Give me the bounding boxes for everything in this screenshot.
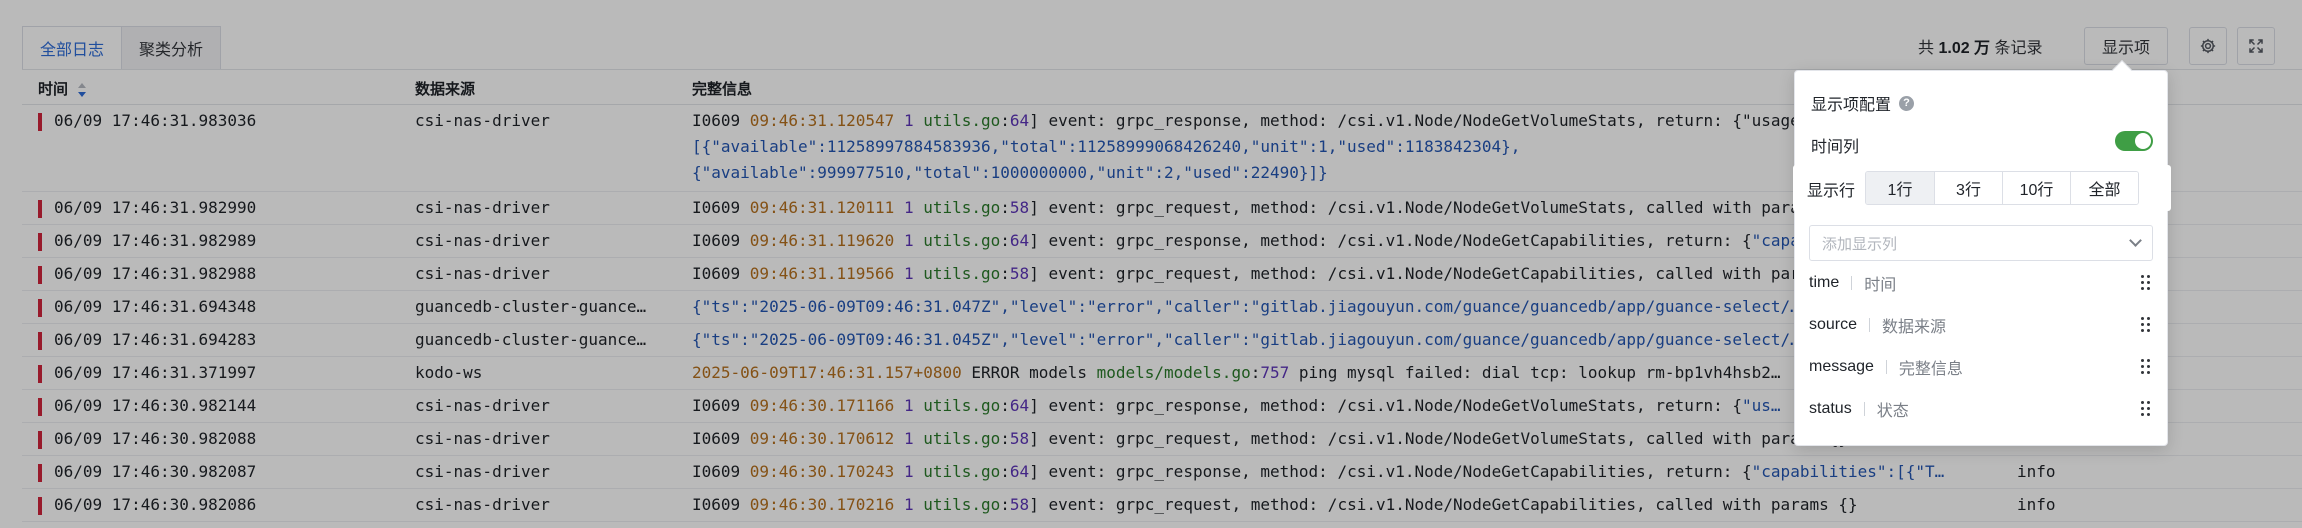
column-key: status [1809,400,1852,417]
lines-option-3[interactable]: 3行 [1934,172,2002,204]
time-column-label: 时间列 [1811,139,1860,156]
column-key: message [1809,358,1874,375]
column-label: 时间 [1864,277,1897,294]
column-label: 状态 [1876,403,1909,420]
panel-title-text: 显示项配置 [1811,97,1892,114]
lines-option-1[interactable]: 1行 [1866,172,1934,204]
add-column-placeholder: 添加显示列 [1822,235,1898,253]
column-key: time [1809,274,1840,291]
column-item-source[interactable]: source 数据来源 [1809,311,2155,339]
drag-handle-icon[interactable] [2141,275,2151,291]
lines-option-10[interactable]: 10行 [2002,172,2070,204]
drag-handle-icon[interactable] [2141,317,2151,333]
lines-option-all[interactable]: 全部 [2070,172,2138,204]
column-item-status[interactable]: status 状态 [1809,395,2155,423]
drag-handle-icon[interactable] [2141,401,2151,417]
display-lines-segmented: 1行 3行 10行 全部 [1865,171,2139,205]
time-column-toggle[interactable] [2115,131,2153,151]
display-config-panel: 显示项配置 ? 时间列 显示行 1行 3行 10行 全部 添加显示列 time … [1793,60,2171,446]
help-icon[interactable]: ? [1899,95,1915,111]
display-lines-label: 显示行 [1807,183,1856,200]
display-lines-row: 显示行 1行 3行 10行 全部 [1793,165,2171,211]
drag-handle-icon[interactable] [2141,359,2151,375]
column-item-message[interactable]: message 完整信息 [1809,353,2155,381]
column-label: 数据来源 [1882,319,1947,336]
column-label: 完整信息 [1898,361,1963,378]
panel-title: 显示项配置 ? [1811,91,1915,115]
column-item-time[interactable]: time 时间 [1809,269,2155,297]
add-column-select[interactable]: 添加显示列 [1809,225,2153,261]
chevron-down-icon [2129,234,2142,247]
column-key: source [1809,316,1858,333]
